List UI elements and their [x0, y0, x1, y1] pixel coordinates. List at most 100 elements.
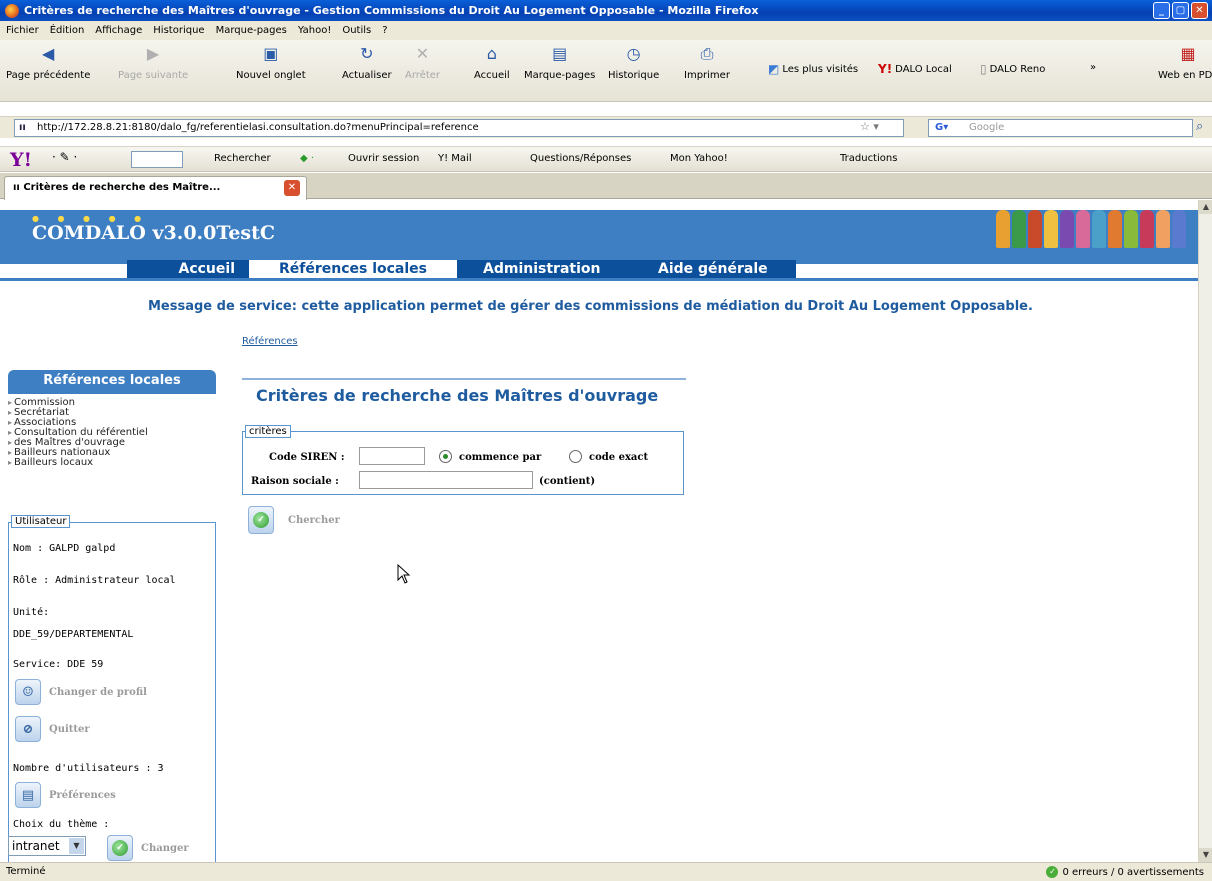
change-theme-button[interactable]: ✓ Changer: [107, 835, 189, 861]
breadcrumb-references[interactable]: Références: [242, 336, 298, 347]
bookmarks-button[interactable]: ▤ Marque-pages: [524, 44, 595, 81]
yahoo-answers-button[interactable]: Questions/Réponses: [530, 153, 631, 164]
contains-hint: (contient): [539, 476, 596, 487]
home-button[interactable]: ⌂ Accueil: [474, 44, 510, 81]
search-magnifier-icon[interactable]: ⌕: [1196, 119, 1203, 134]
vertical-scrollbar[interactable]: ▲ ▼: [1198, 200, 1212, 862]
pencil-icon[interactable]: · ✎ ·: [52, 150, 77, 164]
reload-button[interactable]: ↻ Actualiser: [342, 44, 392, 81]
firefox-icon: [5, 3, 19, 18]
error-console-status[interactable]: ✓ 0 erreurs / 0 avertissements: [1046, 866, 1204, 878]
navigation-toolbar: ◀ Page précédente ▶ Page suivante ▣ Nouv…: [0, 40, 1212, 102]
close-tab-icon[interactable]: ✕: [284, 180, 300, 196]
window-titlebar: Critères de recherche des Maîtres d'ouvr…: [0, 0, 1212, 21]
stop-button[interactable]: ✕ Arrêter: [405, 44, 440, 81]
radio-starts-with[interactable]: [439, 450, 452, 463]
bookmark-star-icon[interactable]: ☆ ▾: [860, 120, 879, 133]
theme-label: Choix du thème :: [13, 819, 110, 830]
minimize-button[interactable]: _: [1153, 2, 1170, 19]
nav-accueil[interactable]: Accueil: [127, 260, 249, 279]
search-button[interactable]: ✓ Chercher: [248, 506, 340, 534]
menu-edition[interactable]: Édition: [50, 25, 85, 36]
window-title: Critères de recherche des Maîtres d'ouvr…: [24, 4, 759, 17]
pdf-icon: ▦: [1180, 44, 1196, 63]
bookmark-dalo-reno[interactable]: ▯ DALO Reno: [980, 62, 1045, 76]
yahoo-search-button[interactable]: Rechercher: [214, 153, 271, 164]
tab-strip: ıı Critères de recherche des Maître... ✕: [0, 173, 1212, 200]
preferences-button[interactable]: ▤ Préférences: [15, 782, 116, 808]
back-arrow-icon: ◀: [42, 44, 55, 63]
back-button[interactable]: ◀ Page précédente: [6, 44, 90, 81]
my-yahoo-button[interactable]: Mon Yahoo!: [670, 153, 728, 164]
bookmark-most-visited[interactable]: ◩ Les plus visités: [768, 62, 858, 76]
yahoo-logo[interactable]: Y!: [10, 149, 32, 171]
stop-icon: ✕: [415, 44, 430, 63]
status-text: Terminé: [6, 866, 46, 877]
bookmarks-overflow-button[interactable]: »: [1090, 62, 1096, 73]
confirm-icon: ✓: [248, 506, 274, 534]
shield-icon[interactable]: ◆ ·: [300, 153, 314, 164]
forward-button[interactable]: ▶ Page suivante: [118, 44, 188, 81]
site-icon: ıı: [13, 182, 24, 193]
bookmark-dalo-local[interactable]: Y! DALO Local: [878, 62, 952, 76]
reload-icon: ↻: [360, 44, 374, 63]
menu-marque-pages[interactable]: Marque-pages: [216, 25, 287, 36]
menu-help[interactable]: ?: [382, 25, 387, 36]
most-visited-icon: ◩: [768, 62, 780, 76]
menu-fichier[interactable]: Fichier: [6, 25, 39, 36]
close-window-button[interactable]: ✕: [1191, 2, 1208, 19]
checkmark-icon: ✓: [1046, 866, 1059, 878]
nav-aide-generale[interactable]: Aide générale: [652, 260, 796, 279]
exit-icon: ⊘: [15, 716, 41, 742]
printer-icon: ⎙: [700, 44, 714, 63]
bookmarks-icon: ▤: [552, 44, 568, 63]
user-panel: Utilisateur Nom : GALPD galpd Rôle : Adm…: [8, 515, 216, 862]
forward-arrow-icon: ▶: [146, 44, 160, 63]
print-button[interactable]: ⎙ Imprimer: [684, 44, 730, 81]
company-name-label: Raison sociale :: [251, 476, 339, 487]
nav-administration[interactable]: Administration: [457, 260, 652, 279]
history-clock-icon: ◷: [626, 44, 641, 63]
address-bar-row: ıı http://172.28.8.21:8180/dalo_fg/refer…: [0, 116, 1212, 138]
mouse-pointer-icon: [397, 564, 411, 584]
web-en-pdf-button[interactable]: ▦ Web en PDF: [1158, 44, 1212, 81]
theme-select[interactable]: intranet ▼: [8, 836, 86, 856]
user-name: Nom : GALPD galpd: [13, 543, 116, 554]
user-unit-value: DDE_59/DEPARTEMENTAL: [13, 629, 134, 640]
preferences-icon: ▤: [15, 782, 41, 808]
menu-historique[interactable]: Historique: [153, 25, 204, 36]
user-panel-legend: Utilisateur: [11, 515, 71, 528]
menu-yahoo[interactable]: Yahoo!: [298, 25, 331, 36]
nav-references-locales[interactable]: Références locales: [249, 260, 457, 279]
app-banner: ● ● ● ● ● COMDALO v3.0.0TestC: [0, 210, 1198, 264]
yahoo-mail-button[interactable]: Y! Mail: [438, 153, 472, 164]
new-tab-button[interactable]: ▣ Nouvel onglet: [236, 44, 306, 81]
menu-outils[interactable]: Outils: [342, 25, 371, 36]
service-message: Message de service: cette application pe…: [148, 299, 1033, 314]
radio-exact-code[interactable]: [569, 450, 582, 463]
yahoo-search-field[interactable]: [131, 151, 183, 168]
confirm-icon: ✓: [107, 835, 133, 861]
nav-underline: [0, 278, 1198, 281]
sidebar-item-bailleurs-locaux[interactable]: Bailleurs locaux: [8, 458, 148, 469]
scroll-down-icon[interactable]: ▼: [1199, 848, 1212, 862]
yahoo-translate-button[interactable]: Traductions: [840, 153, 897, 164]
maximize-button[interactable]: ▢: [1172, 2, 1189, 19]
google-engine-icon: G▾: [935, 122, 949, 133]
quit-button[interactable]: ⊘ Quitter: [15, 716, 90, 742]
scroll-up-icon[interactable]: ▲: [1199, 200, 1212, 214]
tab-criteres[interactable]: ıı Critères de recherche des Maître... ✕: [4, 176, 307, 200]
search-input[interactable]: G▾ Google: [928, 119, 1193, 137]
sidebar-header: Références locales: [8, 370, 216, 394]
change-profile-button[interactable]: ☺ Changer de profil: [15, 679, 147, 705]
menu-affichage[interactable]: Affichage: [95, 25, 142, 36]
user-role: Rôle : Administrateur local: [13, 575, 176, 586]
url-input[interactable]: ıı http://172.28.8.21:8180/dalo_fg/refer…: [14, 119, 904, 137]
company-name-input[interactable]: [359, 471, 533, 489]
chevron-down-icon: ▼: [69, 838, 84, 854]
history-button[interactable]: ◷ Historique: [608, 44, 659, 81]
yahoo-signin-button[interactable]: Ouvrir session: [348, 153, 419, 164]
user-profile-icon: ☺: [15, 679, 41, 705]
siren-input[interactable]: [359, 447, 425, 465]
page-icon: ▯: [980, 62, 987, 76]
